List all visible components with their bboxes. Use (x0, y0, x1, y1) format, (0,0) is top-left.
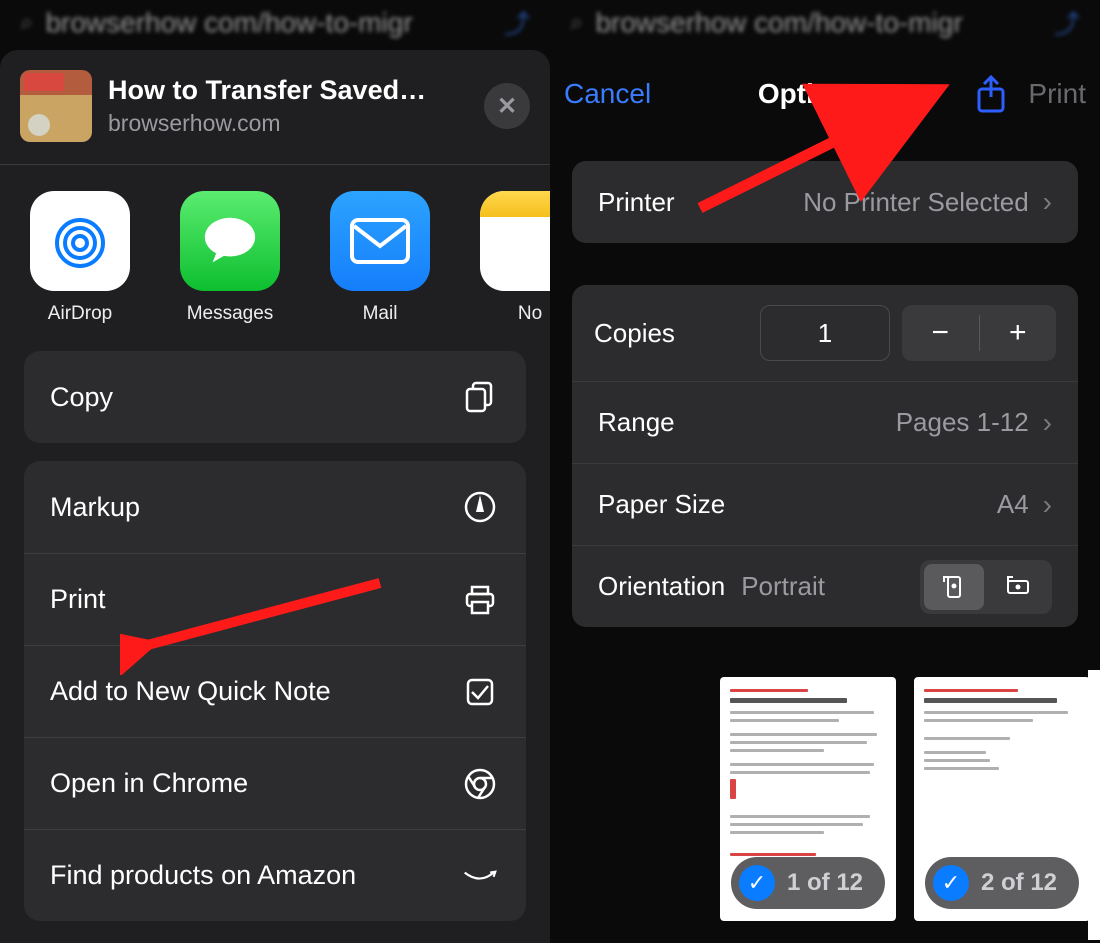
check-icon: ✓ (739, 865, 775, 901)
copy-action[interactable]: Copy (24, 351, 526, 443)
share-sheet: How to Transfer Saved… browserhow.com ✕ … (0, 50, 550, 943)
copies-row: Copies 1 − + (572, 285, 1078, 381)
chevron-right-icon: › (1043, 407, 1052, 439)
options-header: Cancel Options Print (550, 45, 1100, 143)
setting-value: Pages 1-12 (896, 407, 1029, 438)
share-domain: browserhow.com (108, 110, 484, 137)
preview-area[interactable]: ✓ 1 of 12 ✓ 2 of 12 (550, 653, 1100, 943)
app-label: Messages (187, 303, 274, 325)
markup-action[interactable]: Markup (24, 461, 526, 553)
setting-label: Paper Size (598, 489, 725, 520)
copies-stepper: − + (902, 305, 1056, 361)
address-url: browserhow com/how-to-migr (595, 7, 962, 39)
paper-size-row[interactable]: Paper Size A4 › (572, 463, 1078, 545)
print-icon (460, 583, 500, 617)
preview-badge: ✓ 2 of 12 (925, 857, 1079, 909)
share-title: How to Transfer Saved… (108, 75, 484, 106)
copy-icon (460, 380, 500, 414)
action-group-copy: Copy (24, 351, 526, 443)
options-title: Options (651, 78, 970, 110)
orientation-row: Orientation Portrait (572, 545, 1078, 627)
print-button-disabled: Print (1028, 78, 1086, 110)
landscape-icon (1005, 574, 1031, 600)
search-icon: ⌕ (20, 9, 33, 37)
preview-label: 2 of 12 (981, 869, 1057, 897)
setting-value: No Printer Selected (803, 187, 1028, 218)
action-label: Print (50, 584, 460, 615)
copies-field[interactable]: 1 (760, 305, 890, 361)
share-sheet-header: How to Transfer Saved… browserhow.com ✕ (0, 64, 550, 164)
setting-value: A4 (997, 489, 1029, 520)
action-label: Copy (50, 382, 460, 413)
stepper-increment[interactable]: + (980, 305, 1057, 361)
printer-row[interactable]: Printer No Printer Selected › (572, 161, 1078, 243)
printer-group: Printer No Printer Selected › (572, 161, 1078, 243)
orientation-segmented (920, 560, 1052, 614)
address-bar-blurred: ⌕ browserhow com/how-to-migr ⤴ (550, 0, 1100, 45)
action-label: Find products on Amazon (50, 860, 460, 891)
page-thumbnail (20, 70, 92, 142)
preview-page-2[interactable]: ✓ 2 of 12 (914, 677, 1090, 921)
app-label: Mail (363, 303, 398, 325)
chevron-right-icon: › (1043, 186, 1052, 218)
messages-icon (180, 191, 280, 291)
share-glyph-icon: ⤴ (504, 4, 530, 41)
mail-icon (330, 191, 430, 291)
chevron-right-icon: › (1043, 489, 1052, 521)
app-messages[interactable]: Messages (180, 191, 280, 325)
action-label: Add to New Quick Note (50, 676, 460, 707)
range-row[interactable]: Range Pages 1-12 › (572, 381, 1078, 463)
app-mail[interactable]: Mail (330, 191, 430, 325)
action-label: Open in Chrome (50, 768, 460, 799)
scroll-hint (1088, 670, 1100, 940)
app-airdrop[interactable]: AirDrop (30, 191, 130, 325)
search-icon: ⌕ (570, 9, 583, 37)
check-icon: ✓ (933, 865, 969, 901)
share-glyph-icon: ⤴ (1054, 4, 1080, 41)
preview-badge: ✓ 1 of 12 (731, 857, 885, 909)
app-label: AirDrop (48, 303, 112, 325)
portrait-icon (941, 574, 967, 600)
chrome-icon (460, 767, 500, 801)
notes-icon (480, 191, 550, 291)
action-group-main: Markup Print Add to New Quick Note Open … (24, 461, 526, 921)
share-button[interactable] (970, 73, 1012, 115)
cancel-button[interactable]: Cancel (564, 78, 651, 110)
airdrop-icon (30, 191, 130, 291)
print-action[interactable]: Print (24, 553, 526, 645)
action-label: Markup (50, 492, 460, 523)
app-label: No (518, 303, 542, 325)
quicknote-action[interactable]: Add to New Quick Note (24, 645, 526, 737)
setting-label: Printer (598, 187, 675, 218)
orientation-landscape-button[interactable] (988, 564, 1048, 610)
setting-value: Portrait (741, 571, 825, 602)
close-button[interactable]: ✕ (484, 83, 530, 129)
share-sheet-panel: ⌕ browserhow com/how-to-migr ⤴ How to Tr… (0, 0, 550, 943)
quicknote-icon (460, 675, 500, 709)
close-icon: ✕ (497, 92, 517, 121)
share-header-text: How to Transfer Saved… browserhow.com (108, 75, 484, 137)
preview-page-1[interactable]: ✓ 1 of 12 (720, 677, 896, 921)
preview-label: 1 of 12 (787, 869, 863, 897)
print-options-panel: ⌕ browserhow com/how-to-migr ⤴ Cancel Op… (550, 0, 1100, 943)
chrome-action[interactable]: Open in Chrome (24, 737, 526, 829)
share-apps-row[interactable]: AirDrop Messages Mail No (0, 165, 550, 351)
setting-label: Copies (594, 318, 675, 349)
setting-label: Orientation (598, 571, 725, 602)
address-bar-blurred: ⌕ browserhow com/how-to-migr ⤴ (0, 0, 550, 45)
amazon-icon (460, 859, 500, 893)
settings-group: Copies 1 − + Range Pages 1-12 › Paper Si… (572, 285, 1078, 627)
address-url: browserhow com/how-to-migr (45, 7, 412, 39)
setting-label: Range (598, 407, 675, 438)
markup-icon (460, 490, 500, 524)
stepper-decrement[interactable]: − (902, 305, 979, 361)
share-icon (975, 75, 1007, 113)
orientation-portrait-button[interactable] (924, 564, 984, 610)
amazon-action[interactable]: Find products on Amazon (24, 829, 526, 921)
app-notes[interactable]: No (480, 191, 550, 325)
